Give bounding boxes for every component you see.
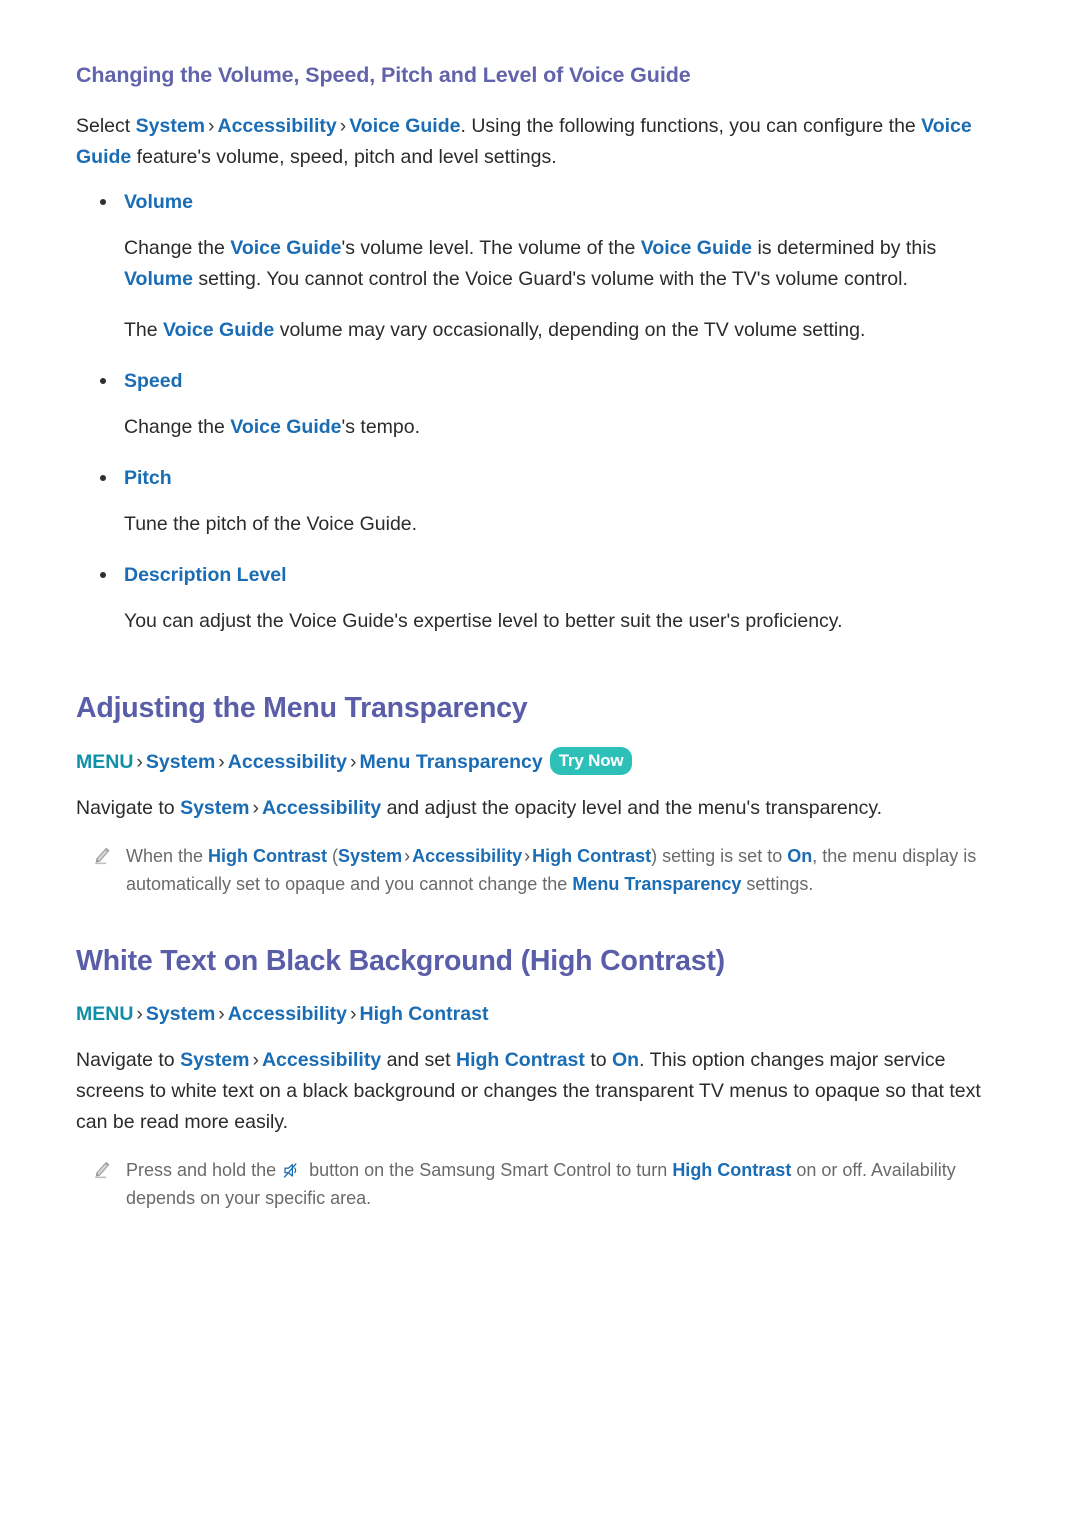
link-volume[interactable]: Volume [124,268,193,290]
section-high-contrast: White Text on Black Background (High Con… [76,944,1018,1213]
link-system[interactable]: System [338,846,402,866]
chevron-right-icon: › [350,750,357,773]
breadcrumb: MENU › System › Accessibility › High Contrast [76,999,1018,1029]
breadcrumb: MENU › System › Accessibility › Menu Transpare… [76,746,1018,777]
link-accessibility[interactable]: Accessibility [412,846,522,866]
bullet-label: Volume [124,190,193,213]
list-item: Speed Change the Voice Guide's tempo. [76,366,1018,443]
bullet-label: Speed [124,369,183,392]
bullet-paragraph: Change the Voice Guide's tempo. [124,415,421,438]
chevron-right-icon: › [252,1049,259,1072]
breadcrumb-item-high-contrast[interactable]: High Contrast [360,1003,489,1025]
breadcrumb-item-system[interactable]: System [146,751,215,773]
mute-icon [283,1159,302,1178]
chevron-right-icon: › [404,845,411,866]
menu-transparency-body: Navigate to System › Accessibility and adj… [76,796,883,819]
note-text: Press and hold the button on the Samsung… [126,1159,956,1209]
breadcrumb-root-menu[interactable]: MENU [76,751,133,773]
link-voice-guide[interactable]: Voice Guide [230,237,341,259]
list-item: Volume Change the Voice Guide's volume l… [76,187,1018,346]
bullet-dot-icon [100,474,106,481]
note-high-contrast: Press and hold the button on the Samsung… [76,1156,1018,1212]
high-contrast-body: Navigate to System › Accessibility and set… [76,1049,981,1134]
link-system[interactable]: System [136,115,205,137]
link-voice-guide[interactable]: Voice Guide [641,237,752,259]
link-high-contrast[interactable]: High Contrast [672,1160,791,1180]
bullet-heading-volume: Volume [76,187,1018,217]
link-voice-guide[interactable]: Voice Guide [349,115,460,137]
link-on[interactable]: On [787,846,812,866]
breadcrumb-item-accessibility[interactable]: Accessibility [228,1003,347,1025]
chevron-right-icon: › [208,114,215,137]
page-title: Changing the Volume, Speed, Pitch and Le… [76,63,691,87]
chevron-right-icon: › [218,1003,225,1026]
breadcrumb-item-system[interactable]: System [146,1003,215,1025]
link-system[interactable]: System [180,797,249,819]
chevron-right-icon: › [218,750,225,773]
breadcrumb-item-accessibility[interactable]: Accessibility [228,751,347,773]
breadcrumb-root-menu[interactable]: MENU [76,1003,133,1025]
link-voice-guide[interactable]: Voice Guide [230,416,341,438]
voice-guide-intro-paragraph: Select System › Accessibility › Voice Guide.… [76,111,986,173]
chevron-right-icon: › [252,796,259,819]
bullet-paragraph: Change the Voice Guide's volume level. T… [124,236,937,290]
voice-guide-option-list: Volume Change the Voice Guide's volume l… [76,187,1018,637]
note-menu-transparency: When the High Contrast (System › Accessibi… [76,842,1018,898]
link-high-contrast[interactable]: High Contrast [208,846,327,866]
link-menu-transparency[interactable]: Menu Transparency [572,874,741,894]
pencil-note-icon [92,1160,112,1180]
link-high-contrast[interactable]: High Contrast [456,1049,585,1071]
bullet-paragraph: The Voice Guide volume may vary occasion… [124,318,866,341]
manual-page: Changing the Volume, Speed, Pitch and Le… [0,0,1080,1527]
breadcrumb-item-menu-transparency[interactable]: Menu Transparency [360,751,543,773]
link-accessibility[interactable]: Accessibility [262,1049,381,1071]
intro-lead: Select [76,114,136,137]
bullet-label: Pitch [124,466,172,489]
link-high-contrast[interactable]: High Contrast [532,846,651,866]
pencil-note-icon [92,846,112,866]
section-menu-transparency: Adjusting the Menu Transparency MENU › Sys… [76,691,1018,898]
section-voice-guide-settings: Changing the Volume, Speed, Pitch and Le… [76,62,1018,637]
list-item: Description Level You can adjust the Voi… [76,560,1018,637]
link-on[interactable]: On [612,1049,639,1071]
link-voice-guide[interactable]: Voice Guide [163,319,274,341]
bullet-paragraph: You can adjust the Voice Guide's experti… [124,609,843,632]
bullet-label: Description Level [124,563,287,586]
intro-after: . Using the following functions, you can… [460,114,922,137]
try-now-badge[interactable]: Try Now [549,746,633,775]
link-accessibility[interactable]: Accessibility [262,797,381,819]
chevron-right-icon: › [136,750,143,773]
chevron-right-icon: › [136,1003,143,1026]
chevron-right-icon: › [350,1003,357,1026]
bullet-dot-icon [100,198,106,205]
bullet-heading-speed: Speed [76,366,1018,396]
bullet-dot-icon [100,571,106,578]
chevron-right-icon: › [524,845,531,866]
section-heading-high-contrast: White Text on Black Background (High Con… [76,944,725,977]
bullet-heading-description-level: Description Level [76,560,1018,590]
bullet-dot-icon [100,377,106,384]
bullet-paragraph: Tune the pitch of the Voice Guide. [124,512,418,535]
list-item: Pitch Tune the pitch of the Voice Guide. [76,463,1018,540]
chevron-right-icon: › [339,114,347,137]
section-heading-menu-transparency: Adjusting the Menu Transparency [76,691,528,724]
link-accessibility[interactable]: Accessibility [218,115,337,137]
note-text: When the High Contrast (System › Accessibi… [126,845,977,894]
link-system[interactable]: System [180,1049,249,1071]
intro-tail: feature's volume, speed, pitch and level… [131,145,557,168]
bullet-heading-pitch: Pitch [76,463,1018,493]
